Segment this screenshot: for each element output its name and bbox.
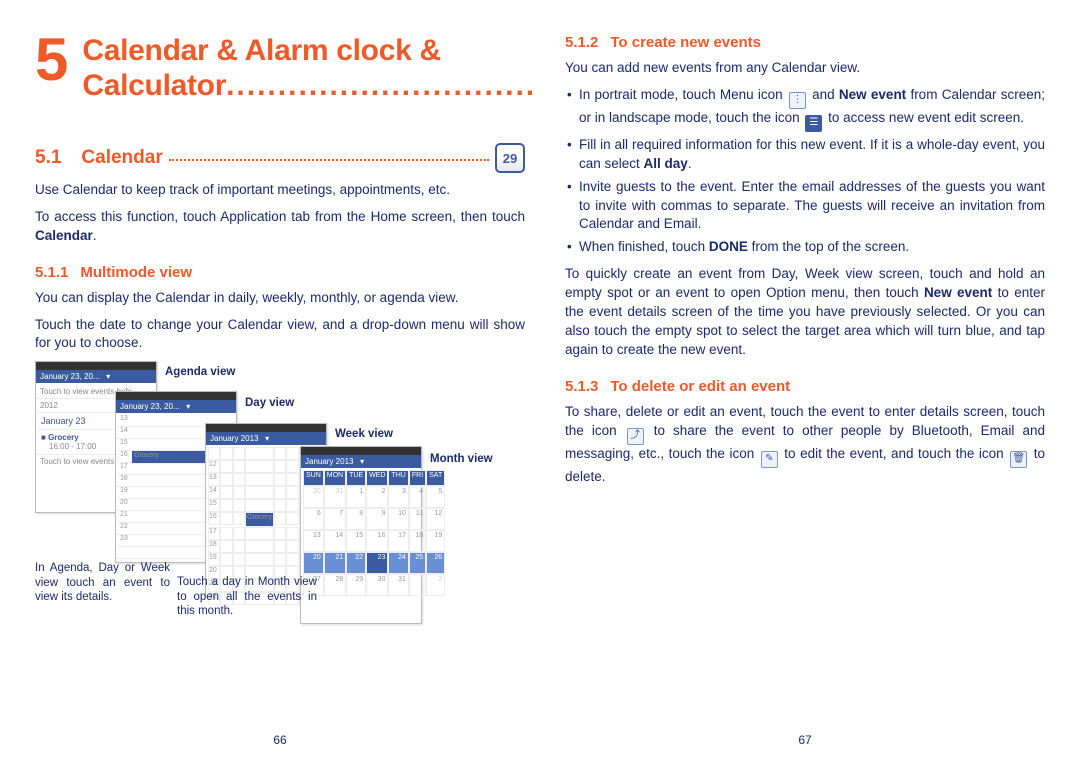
sub2-p1: You can add new events from any Calendar… — [565, 59, 1045, 78]
leader-dots — [169, 151, 489, 161]
share-icon: ⤴ — [627, 428, 644, 445]
sub2-p2: To quickly create an event from Day, Wee… — [565, 265, 1045, 359]
subsection-512: 5.1.2To create new events — [565, 34, 1045, 51]
edit-icon: ✎ — [761, 451, 778, 468]
section-heading: 5.1 Calendar 29 — [35, 143, 525, 173]
section-number: 5.1 — [35, 147, 61, 169]
new-event-icon: ☰ — [805, 115, 822, 132]
sub1-p1: You can display the Calendar in daily, w… — [35, 289, 525, 308]
delete-icon: 🗑 — [1010, 451, 1027, 468]
intro-paragraph-1: Use Calendar to keep track of important … — [35, 181, 525, 200]
caption-month: Touch a day in Month view to open all th… — [177, 575, 317, 618]
label-agenda-view: Agenda view — [165, 366, 235, 378]
label-month-view: Month view — [430, 453, 493, 465]
caption-agenda-day-week: In Agenda, Day or Week view touch an eve… — [35, 561, 170, 604]
list-item: Fill in all required information for thi… — [565, 136, 1045, 174]
sub1-p2: Touch the date to change your Calendar v… — [35, 316, 525, 354]
page-number-right: 67 — [565, 733, 1045, 747]
chapter-heading: 5 Calendar & Alarm clock & Calculator...… — [35, 34, 525, 103]
document-spread: 5 Calendar & Alarm clock & Calculator...… — [0, 0, 1080, 767]
subsection-513: 5.1.3To delete or edit an event — [565, 378, 1045, 395]
menu-icon: ⋮ — [789, 92, 806, 109]
sub3-p1: To share, delete or edit an event, touch… — [565, 403, 1045, 487]
section-title: Calendar — [81, 147, 162, 169]
list-item: Invite guests to the event. Enter the em… — [565, 178, 1045, 235]
calendar-view-screenshots: Agenda view Day view Week view Month vie… — [35, 361, 525, 661]
intro-paragraph-2: To access this function, touch Applicati… — [35, 208, 525, 246]
chapter-number: 5 — [35, 34, 68, 85]
label-week-view: Week view — [335, 428, 393, 440]
list-item: In portrait mode, touch Menu icon ⋮ and … — [565, 86, 1045, 132]
subsection-511: 5.1.1Multimode view — [35, 264, 525, 281]
right-page: 5.1.2To create new events You can add ne… — [565, 28, 1045, 757]
list-item: When finished, touch DONE from the top o… — [565, 238, 1045, 257]
create-event-steps: In portrait mode, touch Menu icon ⋮ and … — [565, 86, 1045, 257]
page-number-left: 66 — [35, 733, 525, 747]
calendar-app-icon: 29 — [495, 143, 525, 173]
label-day-view: Day view — [245, 397, 294, 409]
screenshot-month: January 2013 ▾ SUNMONTUEWEDTHUFRISAT 303… — [300, 446, 422, 624]
chapter-title: Calendar & Alarm clock & Calculator.....… — [82, 34, 536, 103]
left-page: 5 Calendar & Alarm clock & Calculator...… — [35, 28, 525, 757]
